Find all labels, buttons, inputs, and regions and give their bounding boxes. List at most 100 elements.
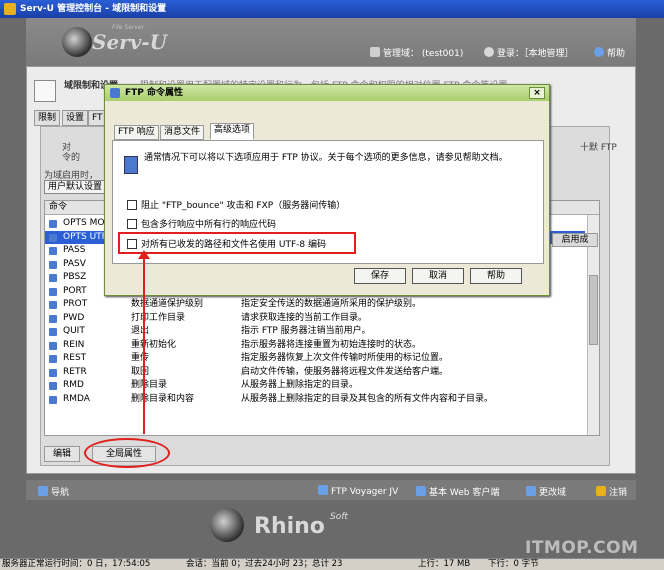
tab-advanced-options[interactable]: 高级选项	[210, 123, 255, 140]
dialog-title: FTP 命令属性	[125, 88, 184, 98]
command-detail: 请求获取连接的当前工作目录。	[241, 312, 368, 323]
table-row[interactable]: REST 重传 指定服务器恢复上次文件传输时所使用的标记位置。	[45, 352, 585, 366]
command-icon	[49, 220, 57, 228]
option-block-ftp-bounce[interactable]: 阻止 "FTP_bounce" 攻击和 FXP（服务器间传输）	[127, 198, 345, 211]
status-bar: 服务器正常运行时间：0 日，17:54:05 会话：当前 0；过去24小时 23…	[0, 558, 664, 570]
command-name: PORT	[63, 285, 87, 296]
table-row[interactable]: PWD 打印工作目录 请求获取连接的当前工作目录。	[45, 312, 585, 326]
status-uptime: 服务器正常运行时间：0 日，17:54:05	[2, 559, 151, 569]
user-icon	[484, 47, 494, 57]
command-detail: 启动文件传输，使服务器将远程文件发送给客户端。	[241, 366, 449, 377]
serv-u-app-icon	[4, 3, 16, 15]
change-domain-icon	[526, 486, 536, 496]
command-icon	[49, 395, 57, 404]
login-link[interactable]: 登录：［本地管理］	[484, 46, 574, 59]
command-name: PASV	[63, 258, 86, 269]
inner-description-2: 令的	[62, 153, 81, 163]
option-multiline-response-codes[interactable]: 包含多行响应中所有行的响应代码	[127, 217, 276, 230]
command-icon	[49, 287, 57, 296]
app-title: Serv-U 管理控制台 - 域限制和设置	[20, 4, 167, 14]
red-arrow-head	[138, 250, 150, 259]
command-detail: 指示服务器将连接重置为初始连接时的状态。	[241, 339, 422, 350]
command-name: RETR	[63, 366, 87, 377]
checkbox-block-ftp-bounce[interactable]	[127, 200, 137, 210]
info-document-icon	[124, 156, 138, 174]
command-icon	[49, 260, 57, 269]
command-icon	[49, 341, 57, 350]
admin-domain-link[interactable]: 管理域： (test001)	[370, 46, 463, 59]
status-sessions: 会话：当前 0；过去24小时 23；总计 23	[186, 559, 343, 569]
ftp-voyager-link[interactable]: FTP Voyager JV	[318, 485, 398, 497]
rhinosoft-swirl-icon	[210, 508, 244, 542]
tab-settings[interactable]: 设置	[62, 110, 89, 126]
command-desc: 数据通道保护级别	[131, 299, 204, 309]
command-name: PASS	[63, 245, 86, 255]
inner-right-text: 十默 FTP	[580, 143, 617, 153]
status-upload: 上行：17 MB	[418, 559, 471, 569]
red-highlight-box	[118, 232, 356, 254]
status-download: 下行：0 字节	[488, 559, 539, 569]
change-domain-link[interactable]: 更改域	[526, 485, 566, 498]
command-icon	[49, 382, 57, 390]
command-desc: 删除目录	[131, 380, 168, 390]
command-name: QUIT	[63, 326, 85, 336]
table-row[interactable]: REIN 重新初始化 指示服务器将连接重置为初始连接时的状态。	[45, 339, 585, 353]
help-link[interactable]: 帮助	[594, 46, 625, 59]
nav-icon	[38, 486, 48, 496]
web-client-link[interactable]: 基本 Web 客户端	[416, 485, 499, 498]
table-row[interactable]: RMDA 删除目录和内容 从服务器上删除指定的目录及其包含的所有文件内容和子目录。	[45, 393, 585, 407]
logo-brand: Serv-U	[92, 30, 168, 54]
dialog-close-button[interactable]: ×	[529, 87, 545, 99]
command-detail: 指定服务器恢复上次文件传输时所使用的标记位置。	[241, 353, 449, 363]
command-name: REIN	[63, 339, 85, 350]
cancel-button[interactable]: 取消	[412, 268, 464, 284]
command-icon	[49, 301, 57, 309]
command-desc: 取回	[131, 366, 150, 377]
command-name: RMD	[63, 380, 84, 390]
table-row[interactable]: PROT 数据通道保护级别 指定安全传送的数据通道所采用的保护级别。	[45, 298, 585, 312]
logout-icon	[596, 486, 606, 496]
command-icon	[49, 314, 57, 323]
command-icon	[49, 247, 57, 255]
dialog-app-icon	[110, 88, 120, 98]
tab-ftp-response[interactable]: FTP 响应	[114, 125, 159, 140]
command-detail: 指定安全传送的数据通道所采用的保护级别。	[241, 299, 422, 309]
edit-button[interactable]: 编辑	[44, 446, 80, 462]
rhinosoft-logo: Rhino Soft	[210, 506, 450, 546]
settings-page-icon	[34, 80, 56, 102]
save-button[interactable]: 保存	[354, 268, 406, 284]
command-icon	[49, 328, 57, 336]
command-name: PROT	[63, 299, 88, 309]
command-desc: 重新初始化	[131, 339, 177, 350]
table-scrollbar[interactable]	[587, 215, 599, 435]
tab-limits[interactable]: 限制	[34, 110, 61, 126]
command-icon	[49, 233, 57, 242]
command-icon	[49, 274, 57, 282]
command-desc: 打印工作目录	[131, 312, 186, 323]
enable-command-button[interactable]: 启用成	[552, 233, 598, 247]
footer-brand: Rhino	[254, 514, 325, 539]
red-ellipse-annotation	[84, 438, 170, 468]
advanced-info-text: 通常情况下可以将以下选项应用于 FTP 协议。关于每个选项的更多信息，请参见帮助…	[144, 153, 508, 163]
command-icon	[49, 368, 57, 377]
command-desc: 删除目录和内容	[131, 393, 195, 404]
command-detail: 指示 FTP 服务器注销当前用户。	[241, 326, 371, 336]
table-row[interactable]: RMD 删除目录 从服务器上删除指定的目录。	[45, 379, 585, 393]
command-name: RMDA	[63, 393, 90, 404]
checkbox-multiline-response-codes[interactable]	[127, 219, 137, 229]
tab-message-file[interactable]: 消息文件	[160, 125, 205, 140]
web-client-icon	[416, 486, 426, 496]
logo-swirl-icon	[62, 27, 92, 57]
table-row[interactable]: QUIT 退出 指示 FTP 服务器注销当前用户。	[45, 325, 585, 339]
serv-u-logo: File Server Serv-U	[62, 23, 182, 61]
logout-link[interactable]: 注销	[596, 485, 627, 498]
command-name: PBSZ	[63, 272, 87, 282]
dialog-titlebar[interactable]: FTP 命令属性	[105, 85, 549, 101]
nav-link[interactable]: 导航	[38, 485, 69, 498]
footer-brand-soft: Soft	[330, 512, 348, 522]
command-detail: 从服务器上删除指定的目录及其包含的所有文件内容和子目录。	[241, 393, 494, 404]
help-button[interactable]: 帮助	[470, 268, 522, 284]
command-desc: 退出	[131, 326, 150, 336]
scrollbar-thumb[interactable]	[589, 275, 598, 345]
table-row[interactable]: RETR 取回 启动文件传输，使服务器将远程文件发送给客户端。	[45, 366, 585, 380]
